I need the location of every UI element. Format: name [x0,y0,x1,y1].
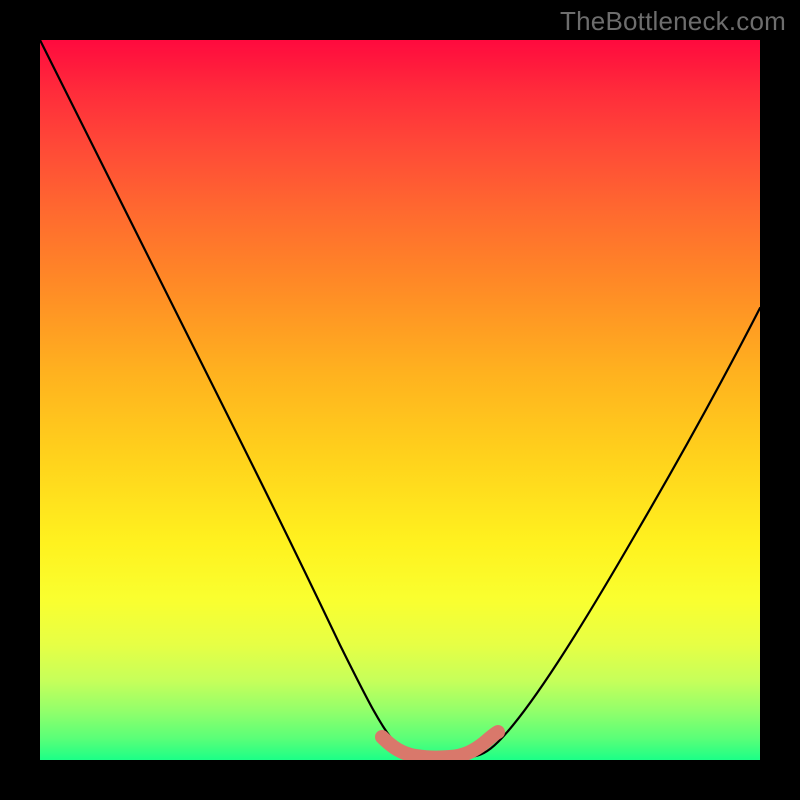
bottleneck-curve [40,40,760,757]
chart-frame: TheBottleneck.com [0,0,800,800]
optimal-band [382,732,498,758]
chart-svg [40,40,760,760]
watermark-text: TheBottleneck.com [560,6,786,37]
plot-area [40,40,760,760]
